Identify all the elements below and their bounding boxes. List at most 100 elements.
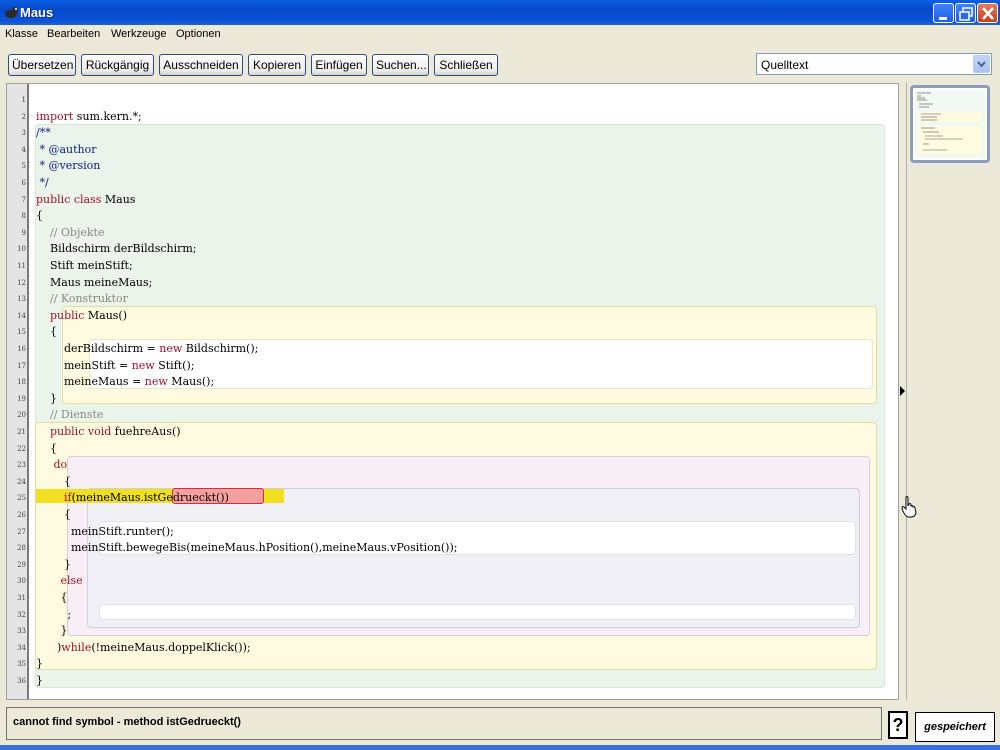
error-message: cannot find symbol - method istGedrueckt… xyxy=(13,716,241,728)
line-number: 13 xyxy=(17,295,26,304)
code-line[interactable]: // Objekte xyxy=(36,226,105,240)
bluej-app-icon xyxy=(5,7,18,18)
line-number: 18 xyxy=(17,378,26,387)
copy-button[interactable]: Kopieren xyxy=(248,54,306,76)
chevron-down-icon xyxy=(977,61,986,68)
code-line[interactable]: { xyxy=(36,508,71,522)
line-number: 31 xyxy=(17,594,26,602)
menu-werkzeuge[interactable]: Werkzeuge xyxy=(111,28,166,40)
line-number: 30 xyxy=(17,577,26,586)
line-number: 3 xyxy=(21,129,26,138)
line-number: 27 xyxy=(17,527,26,536)
restore-icon xyxy=(959,7,973,21)
line-number: 14 xyxy=(17,311,26,320)
line-number: 6 xyxy=(21,179,26,187)
title-bar: Maus xyxy=(0,0,1000,25)
code-line[interactable]: { xyxy=(36,442,57,456)
line-number: 24 xyxy=(17,477,26,486)
code-line[interactable]: public Maus() xyxy=(36,309,127,323)
maximize-button[interactable] xyxy=(955,3,976,23)
code-line[interactable]: { xyxy=(36,325,57,339)
code-line[interactable]: meineMaus = new Maus(); xyxy=(36,375,214,389)
code-line[interactable]: if(meineMaus.istGedrueckt()) xyxy=(36,491,229,505)
line-number: 26 xyxy=(17,511,26,519)
code-line[interactable]: } xyxy=(36,674,43,688)
line-number: 20 xyxy=(17,411,26,420)
window-title: Maus xyxy=(20,5,54,20)
code-line[interactable]: /** xyxy=(36,126,51,140)
line-number: 22 xyxy=(17,444,26,453)
menu-optionen[interactable]: Optionen xyxy=(176,28,221,40)
code-line[interactable]: { xyxy=(36,209,43,223)
code-line[interactable]: else xyxy=(36,574,82,588)
code-line[interactable]: // Dienste xyxy=(36,408,103,422)
code-line[interactable]: { xyxy=(36,475,71,489)
code-line[interactable]: * @version xyxy=(36,159,100,173)
line-number: 1 xyxy=(21,96,26,104)
navigation-panel xyxy=(906,83,994,700)
code-overview-thumbnail[interactable] xyxy=(910,85,990,163)
line-number: 5 xyxy=(21,162,26,171)
code-line[interactable]: meinStift.runter(); xyxy=(36,525,174,539)
line-number: 4 xyxy=(21,145,26,154)
code-line[interactable]: * @author xyxy=(36,143,96,157)
line-number: 9 xyxy=(21,228,26,237)
code-line[interactable]: ; xyxy=(36,608,71,622)
menu-bearbeiten[interactable]: Bearbeiten xyxy=(47,28,100,40)
paste-button[interactable]: Einfügen xyxy=(311,54,367,76)
code-line[interactable]: } xyxy=(36,624,67,638)
line-number: 7 xyxy=(21,195,26,204)
menu-bar: Klasse Bearbeiten Werkzeuge Optionen xyxy=(0,25,1000,44)
code-line[interactable]: derBildschirm = new Bildschirm(); xyxy=(36,342,258,356)
line-number: 29 xyxy=(17,560,26,569)
line-number: 8 xyxy=(21,212,26,221)
close-icon xyxy=(982,7,994,20)
line-number: 10 xyxy=(17,245,26,254)
line-number: 34 xyxy=(17,643,26,652)
code-line[interactable]: } xyxy=(36,392,57,406)
line-number: 36 xyxy=(17,677,26,685)
line-number: 25 xyxy=(17,494,26,503)
code-line[interactable]: Stift meinStift; xyxy=(36,259,133,273)
code-editor[interactable]: 1 2 3 4 5 6 7 8 9 10 11 12 13 14 15 16 17 18 19 20 21 22 23 24 2… xyxy=(6,83,899,700)
code-line[interactable]: do xyxy=(36,458,67,472)
saved-status-badge: gespeichert xyxy=(915,712,995,742)
close-window-button[interactable] xyxy=(977,3,998,23)
dropdown-arrow[interactable] xyxy=(973,55,990,73)
code-line[interactable]: meinStift.bewegeBis(meineMaus.hPosition(… xyxy=(36,541,458,555)
code-line[interactable]: } xyxy=(36,558,71,572)
line-number: 28 xyxy=(17,544,26,553)
line-number: 32 xyxy=(17,610,26,619)
view-select-value: Quelltext xyxy=(761,58,809,72)
line-number: 17 xyxy=(17,361,26,370)
line-number: 12 xyxy=(17,278,26,287)
find-button[interactable]: Suchen... xyxy=(372,54,429,76)
code-line[interactable]: public void fuehreAus() xyxy=(36,425,181,439)
line-number: 21 xyxy=(17,428,26,436)
code-line[interactable]: )while(!meineMaus.doppelKlick()); xyxy=(36,641,251,655)
code-line[interactable]: meinStift = new Stift(); xyxy=(36,359,195,373)
menu-klasse[interactable]: Klasse xyxy=(5,28,38,40)
minimize-icon xyxy=(939,17,947,20)
code-line[interactable]: // Konstruktor xyxy=(36,292,128,306)
compile-button[interactable]: Übersetzen xyxy=(8,54,76,76)
code-line[interactable]: Maus meineMaus; xyxy=(36,276,152,290)
minimize-button[interactable] xyxy=(933,3,954,23)
code-line[interactable]: } xyxy=(36,657,43,671)
code-line[interactable]: { xyxy=(36,591,67,605)
code-line[interactable]: Bildschirm derBildschirm; xyxy=(36,242,197,256)
else-body-block xyxy=(99,604,856,620)
code-line[interactable]: import sum.kern.*; xyxy=(36,110,142,124)
code-line[interactable]: public class Maus xyxy=(36,193,135,207)
code-line[interactable]: */ xyxy=(36,176,48,190)
hand-cursor-icon xyxy=(901,496,917,518)
line-number: 35 xyxy=(17,660,26,669)
cut-button[interactable]: Ausschneiden xyxy=(159,54,243,76)
view-select[interactable]: Quelltext xyxy=(756,53,992,75)
error-message-panel: cannot find symbol - method istGedrueckt… xyxy=(6,707,882,740)
undo-button[interactable]: Rückgängig xyxy=(81,54,154,76)
close-editor-button[interactable]: Schließen xyxy=(434,54,498,76)
status-bar: cannot find symbol - method istGedrueckt… xyxy=(0,703,1000,750)
help-button[interactable]: ? xyxy=(888,711,908,739)
line-number: 16 xyxy=(17,345,26,353)
